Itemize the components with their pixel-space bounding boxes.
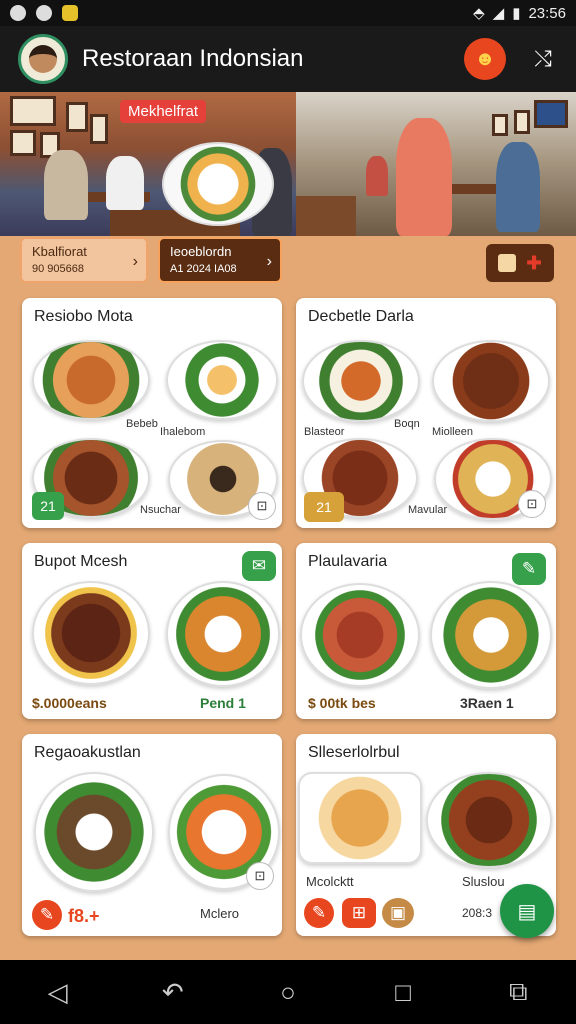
filter-chips: Kbalfiorat 90 905668 › Ieoeblordn A1 202…: [0, 236, 576, 294]
dish-image: [166, 581, 280, 687]
wifi-icon: ⬘: [473, 5, 485, 22]
cart-button[interactable]: ☻: [464, 38, 506, 80]
notification-icon: [10, 5, 26, 21]
edit-icon[interactable]: ✎: [512, 553, 546, 585]
share-button[interactable]: ⤭: [528, 44, 558, 74]
add-to-cart-icon[interactable]: ⊡: [246, 862, 274, 890]
rating-badge: 21: [304, 492, 344, 522]
page-title: Restoraan Indonsian: [82, 45, 304, 72]
edit-icon[interactable]: ✎: [32, 900, 62, 930]
menu-card[interactable]: Plaulavaria $ 00tk bes 3Raen 1 ✎: [296, 543, 556, 719]
card-title: Bupot Mcesh: [34, 553, 128, 570]
card-title: Resiobo Mota: [34, 308, 133, 325]
media-icon: [36, 5, 52, 21]
card-title: Regaoakustlan: [34, 744, 141, 761]
dish-image: [32, 581, 150, 685]
dish-image: [430, 581, 552, 689]
chevron-right-icon: ›: [132, 253, 138, 270]
featured-dish-image: [162, 142, 274, 226]
dish-image: [298, 772, 422, 864]
battery-icon: ▮: [512, 5, 521, 22]
app-bar: Restoraan Indonsian ☻ ⤭: [0, 26, 576, 92]
hero-banner: Mekhelfrat: [0, 92, 576, 236]
thumbnail-icon[interactable]: ▣: [382, 898, 414, 928]
add-icon: ✚: [526, 252, 542, 273]
receipt-icon: ▤: [517, 900, 537, 923]
home-icon[interactable]: ○: [258, 977, 318, 1008]
card-title: Slleserlolrbul: [308, 744, 400, 761]
item-quantity: 3Raen 1: [460, 695, 514, 711]
share-icon: ⤭: [534, 46, 552, 71]
card-title: Decbetle Darla: [308, 308, 414, 325]
rating-badge: 21: [32, 492, 64, 520]
chip-category-1[interactable]: Kbalfiorat 90 905668 ›: [20, 237, 148, 283]
restaurant-photo-right: [296, 92, 576, 236]
menu-icon: [498, 254, 517, 272]
dish-image: [432, 340, 550, 422]
system-nav-bar: ◁ ↶ ○ □ ⧉: [0, 960, 576, 1024]
filter-button[interactable]: ✚: [486, 244, 554, 282]
chip-category-2[interactable]: Ieoeblordn A1 2024 IA08 ›: [158, 237, 282, 283]
discount-icon[interactable]: ⊞: [342, 898, 376, 928]
menu-card[interactable]: Resiobo Mota Bebeb Ihalebom 21 Nsuchar ⊡: [22, 298, 282, 528]
chevron-right-icon: ›: [266, 253, 272, 270]
recents-icon[interactable]: □: [373, 977, 433, 1008]
cart-fab-button[interactable]: ▤: [500, 884, 554, 938]
card-title: Plaulavaria: [308, 553, 388, 570]
signal-icon: ◢: [492, 5, 505, 22]
restaurant-photo-left: Mekhelfrat: [0, 92, 296, 236]
dish-image: [166, 340, 278, 420]
item-price: $ 00tk bes: [308, 695, 376, 711]
restaurant-sign: Mekhelfrat: [120, 100, 207, 123]
status-bar: ⬘ ◢ ▮ 23:56: [0, 0, 576, 26]
item-price: $.0000eans: [32, 695, 107, 711]
item-price: f8.+: [68, 906, 100, 926]
add-to-cart-icon[interactable]: ⊡: [518, 490, 546, 518]
cart-icon: ☻: [474, 47, 496, 70]
multiwindow-icon[interactable]: ⧉: [488, 976, 548, 1008]
dish-image: [34, 772, 154, 892]
add-to-cart-icon[interactable]: ⊡: [248, 492, 276, 520]
menu-card[interactable]: Decbetle Darla Blasteor Boqn Miolleen 21…: [296, 298, 556, 528]
undo-icon[interactable]: ↶: [143, 977, 203, 1008]
dish-image: [300, 583, 420, 687]
menu-card[interactable]: Bupot Mcesh $.0000eans Pend 1 ✉: [22, 543, 282, 719]
chat-icon[interactable]: ✉: [242, 551, 276, 581]
dish-image: [426, 772, 552, 868]
menu-card[interactable]: Regaoakustlan ✎ f8.+ Mclero ⊡: [22, 734, 282, 936]
back-icon[interactable]: ◁: [28, 977, 88, 1008]
avatar[interactable]: [18, 34, 68, 84]
dish-image: [302, 340, 420, 422]
dish-image: [32, 340, 150, 420]
status-time: 23:56: [528, 4, 566, 22]
app-notification-icon: [62, 5, 78, 21]
item-quantity: Pend 1: [200, 695, 246, 711]
edit-icon[interactable]: ✎: [304, 898, 334, 928]
